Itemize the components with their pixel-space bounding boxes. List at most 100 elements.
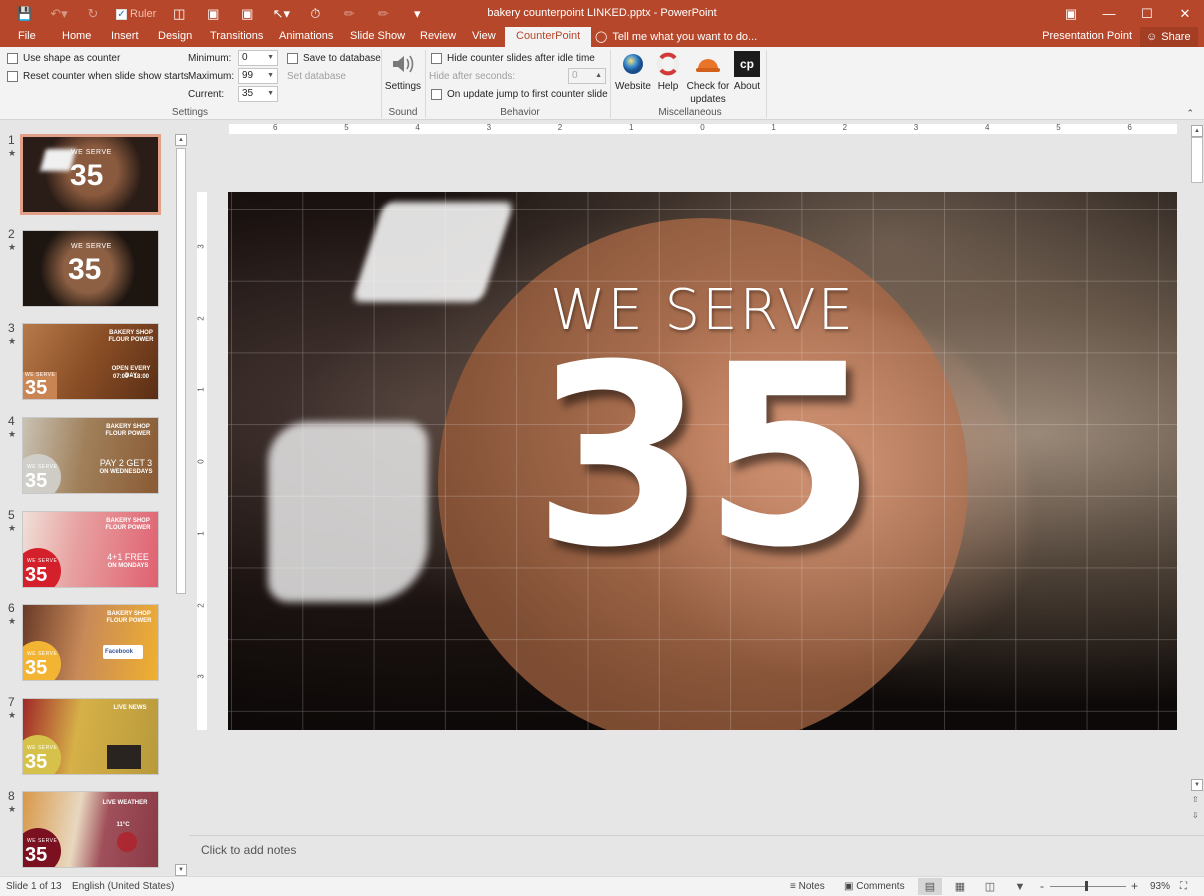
slide-thumbnail-1[interactable]: WE SERVE 35 (20, 134, 161, 215)
zoom-in-icon[interactable]: + (1131, 879, 1138, 893)
scrollbar-thumb[interactable] (1191, 137, 1203, 183)
website-label: Website (615, 81, 651, 92)
minimize-icon[interactable]: — (1090, 0, 1128, 27)
tab-insert[interactable]: Insert (109, 27, 141, 47)
thumbnail-scrollbar[interactable]: ▲ ▼ (175, 134, 187, 876)
zoom-out-icon[interactable]: - (1040, 879, 1044, 893)
scroll-up-icon[interactable]: ▲ (1191, 125, 1203, 137)
notes-pane[interactable]: Click to add notes (189, 835, 1204, 876)
help-button[interactable]: Help (655, 51, 681, 93)
scrollbar-thumb[interactable] (176, 148, 186, 594)
current-input[interactable]: 35 ▼ (238, 86, 278, 102)
reading-view-icon[interactable]: ◫ (978, 878, 1002, 895)
zoom-level[interactable]: 93% (1150, 881, 1170, 892)
slide-counter[interactable]: 35 (228, 332, 1177, 582)
use-shape-label: Use shape as counter (23, 53, 121, 64)
notes-button[interactable]: ≡ Notes (790, 881, 825, 892)
hide-idle-checkbox[interactable]: Hide counter slides after idle time (431, 53, 595, 64)
slide-number: 2 (8, 227, 15, 241)
editor-scrollbar[interactable]: ▲ ▼ ⇧ ⇩ (1190, 121, 1204, 834)
tab-counterpoint[interactable]: CounterPoint (505, 27, 592, 47)
next-slide-icon[interactable]: ⇩ (1192, 811, 1199, 820)
tab-animations[interactable]: Animations (277, 27, 335, 47)
dropdown-arrow-icon[interactable]: ▼ (267, 87, 274, 101)
tab-file[interactable]: File (16, 27, 38, 47)
ruler-tick-label: 1 (629, 123, 634, 132)
slide-thumbnail-7[interactable]: LIVE NEWS WE SERVE 35 (22, 698, 159, 775)
ruler-tick-label: 6 (273, 123, 278, 132)
check-updates-label-2: updates (690, 94, 726, 105)
thumb-title: BAKERY SHOP FLOUR POWER (108, 330, 154, 343)
slide-canvas[interactable]: WE SERVE 35 (228, 192, 1177, 730)
tab-slide-show[interactable]: Slide Show (348, 27, 407, 47)
tell-me-search[interactable]: ◯ Tell me what you want to do... (595, 27, 757, 47)
checkbox-box[interactable] (7, 71, 18, 82)
checkbox-box[interactable] (287, 53, 298, 64)
maximum-label: Maximum: (188, 71, 235, 82)
animation-star-icon: ★ (8, 710, 17, 720)
animation-star-icon: ★ (8, 336, 17, 346)
scroll-down-icon[interactable]: ▼ (1191, 779, 1203, 791)
slide-thumbnail-6[interactable]: BAKERY SHOP FLOUR POWER Facebook WE SERV… (22, 604, 159, 681)
collapse-ribbon-icon[interactable]: ⌃ (1186, 108, 1194, 119)
about-button[interactable]: cp About (733, 51, 761, 93)
maximum-input[interactable]: 99 ▼ (238, 68, 278, 84)
sound-settings-button[interactable]: Settings (384, 51, 422, 93)
tab-design[interactable]: Design (156, 27, 194, 47)
slide-thumbnail-2[interactable]: WE SERVE 35 (22, 230, 159, 307)
slide-thumbnail-4[interactable]: BAKERY SHOP FLOUR POWER PAY 2 GET 3 ON W… (22, 417, 159, 494)
share-button[interactable]: ☺ Share (1140, 27, 1198, 47)
checkbox-box[interactable] (431, 53, 442, 64)
slide-number: 1 (8, 133, 15, 147)
dropdown-arrow-icon[interactable]: ▼ (267, 51, 274, 65)
slide-thumbnail-8[interactable]: LIVE WEATHER 11°C WE SERVE 35 (22, 791, 159, 868)
thumb-counter: 35 (25, 377, 48, 399)
zoom-slider-handle[interactable] (1085, 881, 1089, 891)
ruler-tick-label: 1 (196, 531, 206, 536)
comments-button[interactable]: ▣ Comments (844, 881, 905, 892)
cp-logo-icon: cp (734, 51, 760, 77)
close-icon[interactable]: ✕ (1166, 0, 1204, 27)
maximize-icon[interactable]: ☐ (1128, 0, 1166, 27)
use-shape-checkbox[interactable]: Use shape as counter (7, 53, 120, 64)
scroll-up-icon[interactable]: ▲ (175, 134, 187, 146)
notes-placeholder[interactable]: Click to add notes (201, 843, 296, 857)
hide-after-input[interactable]: 0 ▲ (568, 68, 606, 84)
thumb-title: BAKERY SHOP FLOUR POWER (105, 518, 151, 531)
fit-to-window-icon[interactable]: ⛶ (1180, 881, 1187, 892)
slide-show-icon[interactable]: ▼ (1008, 878, 1032, 895)
slide-sorter-icon[interactable]: ▦ (948, 878, 972, 895)
title-bar: 💾 ↶▾ ↻ ✓ Ruler ◫ ▣ ▣ ↖▾ ⏱ ✏ ✏ ▾ bakery c… (0, 0, 1204, 27)
slide-thumbnail-5[interactable]: BAKERY SHOP FLOUR POWER 4+1 FREE ON MOND… (22, 511, 159, 588)
previous-slide-icon[interactable]: ⇧ (1192, 795, 1199, 804)
thumb-counter: 35 (25, 470, 48, 492)
reset-counter-checkbox[interactable]: Reset counter when slide show starts (7, 71, 189, 82)
horizontal-ruler: 6 5 4 3 2 1 0 1 2 3 4 5 6 (229, 123, 1177, 134)
checkbox-box[interactable] (431, 89, 442, 100)
person-icon: ☺ (1146, 30, 1158, 43)
jump-first-checkbox[interactable]: On update jump to first counter slide (431, 89, 608, 100)
checkbox-box[interactable] (7, 53, 18, 64)
tab-home[interactable]: Home (60, 27, 93, 47)
window-title: bakery counterpoint LINKED.pptx - PowerP… (487, 7, 717, 19)
save-database-checkbox[interactable]: Save to database (287, 53, 381, 64)
presentation-point-link[interactable]: Presentation Point (1042, 27, 1132, 46)
minimum-input[interactable]: 0 ▼ (238, 50, 278, 66)
ruler-tick-label: 6 (1127, 123, 1132, 132)
current-value: 35 (242, 88, 254, 99)
set-database-link[interactable]: Set database (287, 71, 346, 82)
slide-thumbnail-3[interactable]: BAKERY SHOP FLOUR POWER OPEN EVERY DAY 0… (22, 323, 159, 400)
check-updates-button[interactable]: Check for updates (685, 51, 731, 106)
normal-view-icon[interactable]: ▤ (918, 878, 942, 895)
language-indicator[interactable]: English (United States) (72, 881, 174, 892)
ribbon-display-icon[interactable]: ▣ (1052, 0, 1090, 27)
scroll-down-icon[interactable]: ▼ (175, 864, 187, 876)
spinner-arrow-icon[interactable]: ▲ (595, 69, 602, 83)
tab-transitions[interactable]: Transitions (208, 27, 265, 47)
website-button[interactable]: Website (613, 51, 653, 93)
tab-view[interactable]: View (470, 27, 498, 47)
minimum-label: Minimum: (188, 53, 232, 64)
dropdown-arrow-icon[interactable]: ▼ (267, 69, 274, 83)
tab-review[interactable]: Review (418, 27, 458, 47)
thumb-counter: 35 (25, 657, 48, 679)
